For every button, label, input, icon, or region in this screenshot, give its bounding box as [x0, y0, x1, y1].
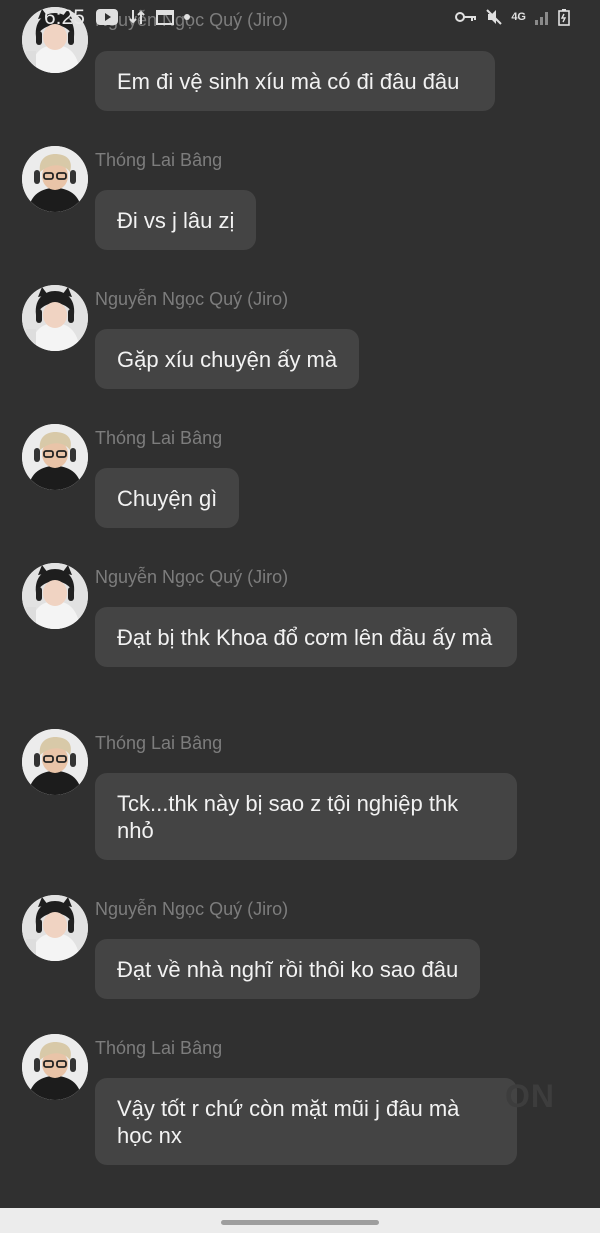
- message-bubble[interactable]: Tck...thk này bị sao z tội nghiệp thk nh…: [95, 773, 517, 860]
- message-bubble[interactable]: Đạt về nhà nghĩ rồi thôi ko sao đâu: [95, 939, 481, 999]
- dot-icon: [184, 14, 190, 20]
- message-bubble[interactable]: Đi vs j lâu zị: [95, 190, 257, 250]
- avatar-jiro[interactable]: [22, 895, 88, 961]
- sender-name: Thóng Lai Bâng: [95, 428, 223, 448]
- watermark: ON: [505, 1078, 555, 1114]
- sender-name: Nguyễn Ngọc Quý (Jiro): [95, 289, 289, 309]
- avatar-jiro[interactable]: [22, 285, 88, 351]
- sender-name: Thóng Lai Bâng: [95, 733, 223, 753]
- avatar-thong[interactable]: [22, 146, 88, 212]
- signal-icon: [534, 9, 550, 25]
- battery-icon: [558, 8, 570, 26]
- status-time: 6:25: [44, 6, 85, 29]
- status-bar: 6:25 4G: [0, 0, 600, 36]
- message-bubble[interactable]: Gặp xíu chuyện ấy mà: [95, 329, 360, 389]
- mute-icon: [485, 8, 503, 26]
- avatar-thong[interactable]: [22, 1034, 88, 1100]
- key-icon: [455, 10, 477, 24]
- sender-name: Thóng Lai Bâng: [95, 1038, 223, 1058]
- youtube-icon: [96, 9, 118, 25]
- network-label: 4G: [511, 11, 526, 23]
- transfer-icon: [128, 8, 146, 26]
- home-indicator[interactable]: [221, 1220, 379, 1225]
- avatar-jiro[interactable]: [22, 563, 88, 629]
- sender-name: Thóng Lai Bâng: [95, 150, 223, 170]
- message-bubble[interactable]: Vậy tốt r chứ còn mặt mũi j đâu mà học n…: [95, 1078, 517, 1165]
- message-bubble[interactable]: Em đi vệ sinh xíu mà có đi đâu đâu: [95, 51, 495, 111]
- avatar-thong[interactable]: [22, 424, 88, 490]
- avatar-thong[interactable]: [22, 729, 88, 795]
- sender-name: Nguyễn Ngọc Quý (Jiro): [95, 899, 289, 919]
- message-bubble[interactable]: Đạt bị thk Khoa đổ cơm lên đầu ấy mà: [95, 607, 517, 667]
- message-bubble[interactable]: Chuyện gì: [95, 468, 240, 528]
- calendar-icon: [156, 9, 174, 25]
- sender-name: Nguyễn Ngọc Quý (Jiro): [95, 567, 289, 587]
- navigation-bar: [0, 1208, 600, 1233]
